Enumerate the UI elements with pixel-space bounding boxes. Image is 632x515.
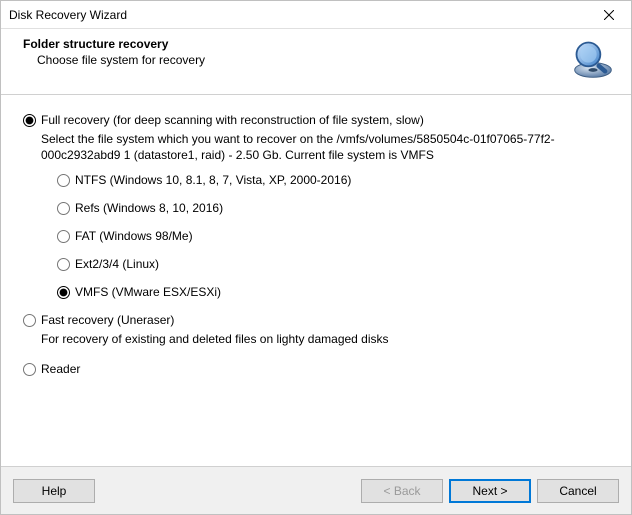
mode-full-block: Full recovery (for deep scanning with re… xyxy=(23,113,609,299)
mode-full-label: Full recovery (for deep scanning with re… xyxy=(41,113,424,127)
page-title: Folder structure recovery xyxy=(23,37,205,51)
fs-ext-input[interactable] xyxy=(57,258,70,271)
fs-fat-input[interactable] xyxy=(57,230,70,243)
mode-fast-block: Fast recovery (Uneraser) For recovery of… xyxy=(23,313,609,347)
mode-full-description: Select the file system which you want to… xyxy=(41,131,609,163)
fs-ext-radio[interactable]: Ext2/3/4 (Linux) xyxy=(57,257,609,271)
next-button[interactable]: Next > xyxy=(449,479,531,503)
fs-ext-label: Ext2/3/4 (Linux) xyxy=(75,257,159,271)
fs-fat-radio[interactable]: FAT (Windows 98/Me) xyxy=(57,229,609,243)
wizard-content: Full recovery (for deep scanning with re… xyxy=(1,95,631,466)
mode-reader-input[interactable] xyxy=(23,363,36,376)
fs-refs-label: Refs (Windows 8, 10, 2016) xyxy=(75,201,223,215)
close-icon xyxy=(604,10,614,20)
fs-vmfs-label: VMFS (VMware ESX/ESXi) xyxy=(75,285,221,299)
header-text: Folder structure recovery Choose file sy… xyxy=(23,37,205,67)
help-button[interactable]: Help xyxy=(13,479,95,503)
magnifier-disk-icon xyxy=(571,37,615,84)
mode-reader-radio[interactable]: Reader xyxy=(23,362,609,376)
filesystem-options: NTFS (Windows 10, 8.1, 8, 7, Vista, XP, … xyxy=(57,173,609,299)
mode-fast-input[interactable] xyxy=(23,314,36,327)
mode-reader-label: Reader xyxy=(41,362,80,376)
wizard-header: Folder structure recovery Choose file sy… xyxy=(1,29,631,95)
cancel-button[interactable]: Cancel xyxy=(537,479,619,503)
page-subtitle: Choose file system for recovery xyxy=(37,53,205,67)
wizard-window: Disk Recovery Wizard Folder structure re… xyxy=(0,0,632,515)
fs-refs-radio[interactable]: Refs (Windows 8, 10, 2016) xyxy=(57,201,609,215)
fs-ntfs-radio[interactable]: NTFS (Windows 10, 8.1, 8, 7, Vista, XP, … xyxy=(57,173,609,187)
window-title: Disk Recovery Wizard xyxy=(9,8,127,22)
fs-vmfs-radio[interactable]: VMFS (VMware ESX/ESXi) xyxy=(57,285,609,299)
close-button[interactable] xyxy=(587,1,631,29)
fs-vmfs-input[interactable] xyxy=(57,286,70,299)
wizard-footer: Help < Back Next > Cancel xyxy=(1,466,631,514)
mode-full-input[interactable] xyxy=(23,114,36,127)
fs-ntfs-input[interactable] xyxy=(57,174,70,187)
mode-fast-radio[interactable]: Fast recovery (Uneraser) xyxy=(23,313,609,327)
fs-fat-label: FAT (Windows 98/Me) xyxy=(75,229,193,243)
mode-fast-label: Fast recovery (Uneraser) xyxy=(41,313,174,327)
fs-ntfs-label: NTFS (Windows 10, 8.1, 8, 7, Vista, XP, … xyxy=(75,173,351,187)
titlebar: Disk Recovery Wizard xyxy=(1,1,631,29)
mode-fast-description: For recovery of existing and deleted fil… xyxy=(41,331,609,347)
mode-reader-block: Reader xyxy=(23,362,609,376)
mode-full-radio[interactable]: Full recovery (for deep scanning with re… xyxy=(23,113,609,127)
fs-refs-input[interactable] xyxy=(57,202,70,215)
back-button[interactable]: < Back xyxy=(361,479,443,503)
